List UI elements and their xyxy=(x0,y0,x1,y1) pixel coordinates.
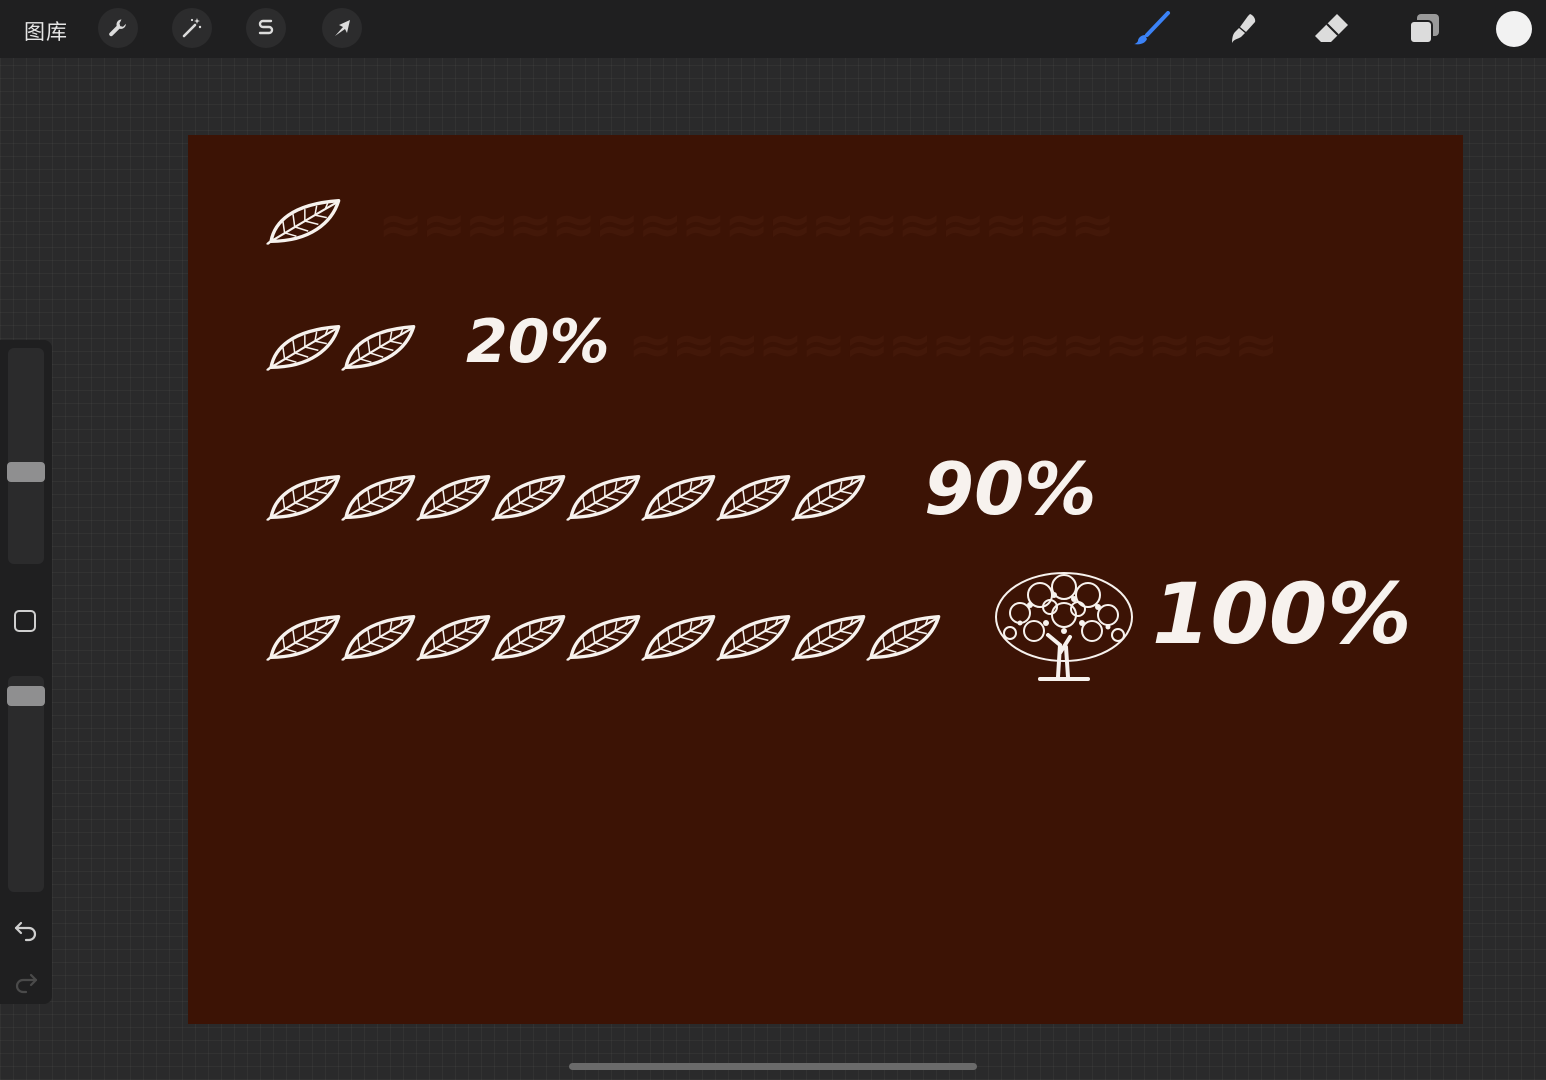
actions-button[interactable] xyxy=(98,8,138,48)
leaf-icon xyxy=(566,609,642,665)
leaf-icon xyxy=(341,469,417,525)
leaf-icon xyxy=(716,469,792,525)
modify-button[interactable] xyxy=(14,610,36,632)
leaf-row xyxy=(266,469,866,525)
leaf-icon xyxy=(641,469,717,525)
eraser-icon xyxy=(1315,14,1348,42)
leaf-icon xyxy=(716,609,792,665)
leaf-row xyxy=(266,609,941,665)
leaf-icon xyxy=(416,469,492,525)
smudge-icon xyxy=(1232,14,1256,43)
faded-stroke: ≈≈≈≈≈≈≈≈≈≈≈≈≈≈≈≈≈ xyxy=(378,193,1115,256)
layers-button[interactable] xyxy=(1404,10,1444,48)
leaf-icon xyxy=(341,319,417,375)
leaf-icon xyxy=(641,609,717,665)
arrow-cursor-icon xyxy=(335,20,350,36)
faded-stroke: ≈≈≈≈≈≈≈≈≈≈≈≈≈≈≈ xyxy=(628,313,1279,376)
brush-icon xyxy=(1134,11,1170,45)
redo-icon[interactable] xyxy=(13,968,39,994)
undo-icon[interactable] xyxy=(13,916,39,942)
percent-label: 90% xyxy=(924,447,1097,531)
leaf-icon xyxy=(566,469,642,525)
opacity-slider[interactable] xyxy=(8,676,44,892)
tree-icon xyxy=(995,572,1133,681)
color-picker-button[interactable] xyxy=(1496,11,1532,47)
leaf-icon xyxy=(341,609,417,665)
leaf-icon xyxy=(791,469,867,525)
percent-label: 20% xyxy=(466,307,610,377)
layers-icon xyxy=(1409,14,1439,44)
transform-button[interactable] xyxy=(322,8,362,48)
wrench-icon xyxy=(109,19,126,37)
left-sidebar xyxy=(0,340,52,1004)
leaf-icon xyxy=(491,469,567,525)
gallery-button[interactable]: 图库 xyxy=(24,16,68,46)
leaf-icon xyxy=(416,609,492,665)
leaf-row xyxy=(266,319,416,375)
leaf-icon xyxy=(491,609,567,665)
adjustments-button[interactable] xyxy=(172,8,212,48)
selection-s-icon xyxy=(258,19,274,35)
eraser-button[interactable] xyxy=(1312,10,1352,48)
percent-label: 100% xyxy=(1152,565,1412,663)
top-toolbar: 图库 xyxy=(0,0,1546,58)
leaf-icon xyxy=(266,469,342,525)
magic-wand-icon xyxy=(182,18,202,38)
leaf-icon xyxy=(266,319,342,375)
leaf-icon xyxy=(866,609,942,665)
brush-size-slider[interactable] xyxy=(8,348,44,564)
leaf-icon xyxy=(266,609,342,665)
smudge-button[interactable] xyxy=(1222,10,1262,48)
leaf-icon xyxy=(791,609,867,665)
brush-size-slider-thumb[interactable] xyxy=(7,461,45,482)
leaf-row xyxy=(266,193,341,249)
drawing-canvas[interactable]: ≈≈≈≈≈≈≈≈≈≈≈≈≈≈≈≈≈ ≈≈≈≈≈≈≈≈≈≈≈≈≈≈≈ 20% 90… xyxy=(188,135,1463,1024)
opacity-slider-thumb[interactable] xyxy=(7,685,45,706)
home-indicator xyxy=(569,1063,977,1070)
brush-button[interactable] xyxy=(1132,10,1172,48)
selection-button[interactable] xyxy=(246,8,286,48)
leaf-icon xyxy=(266,193,342,249)
